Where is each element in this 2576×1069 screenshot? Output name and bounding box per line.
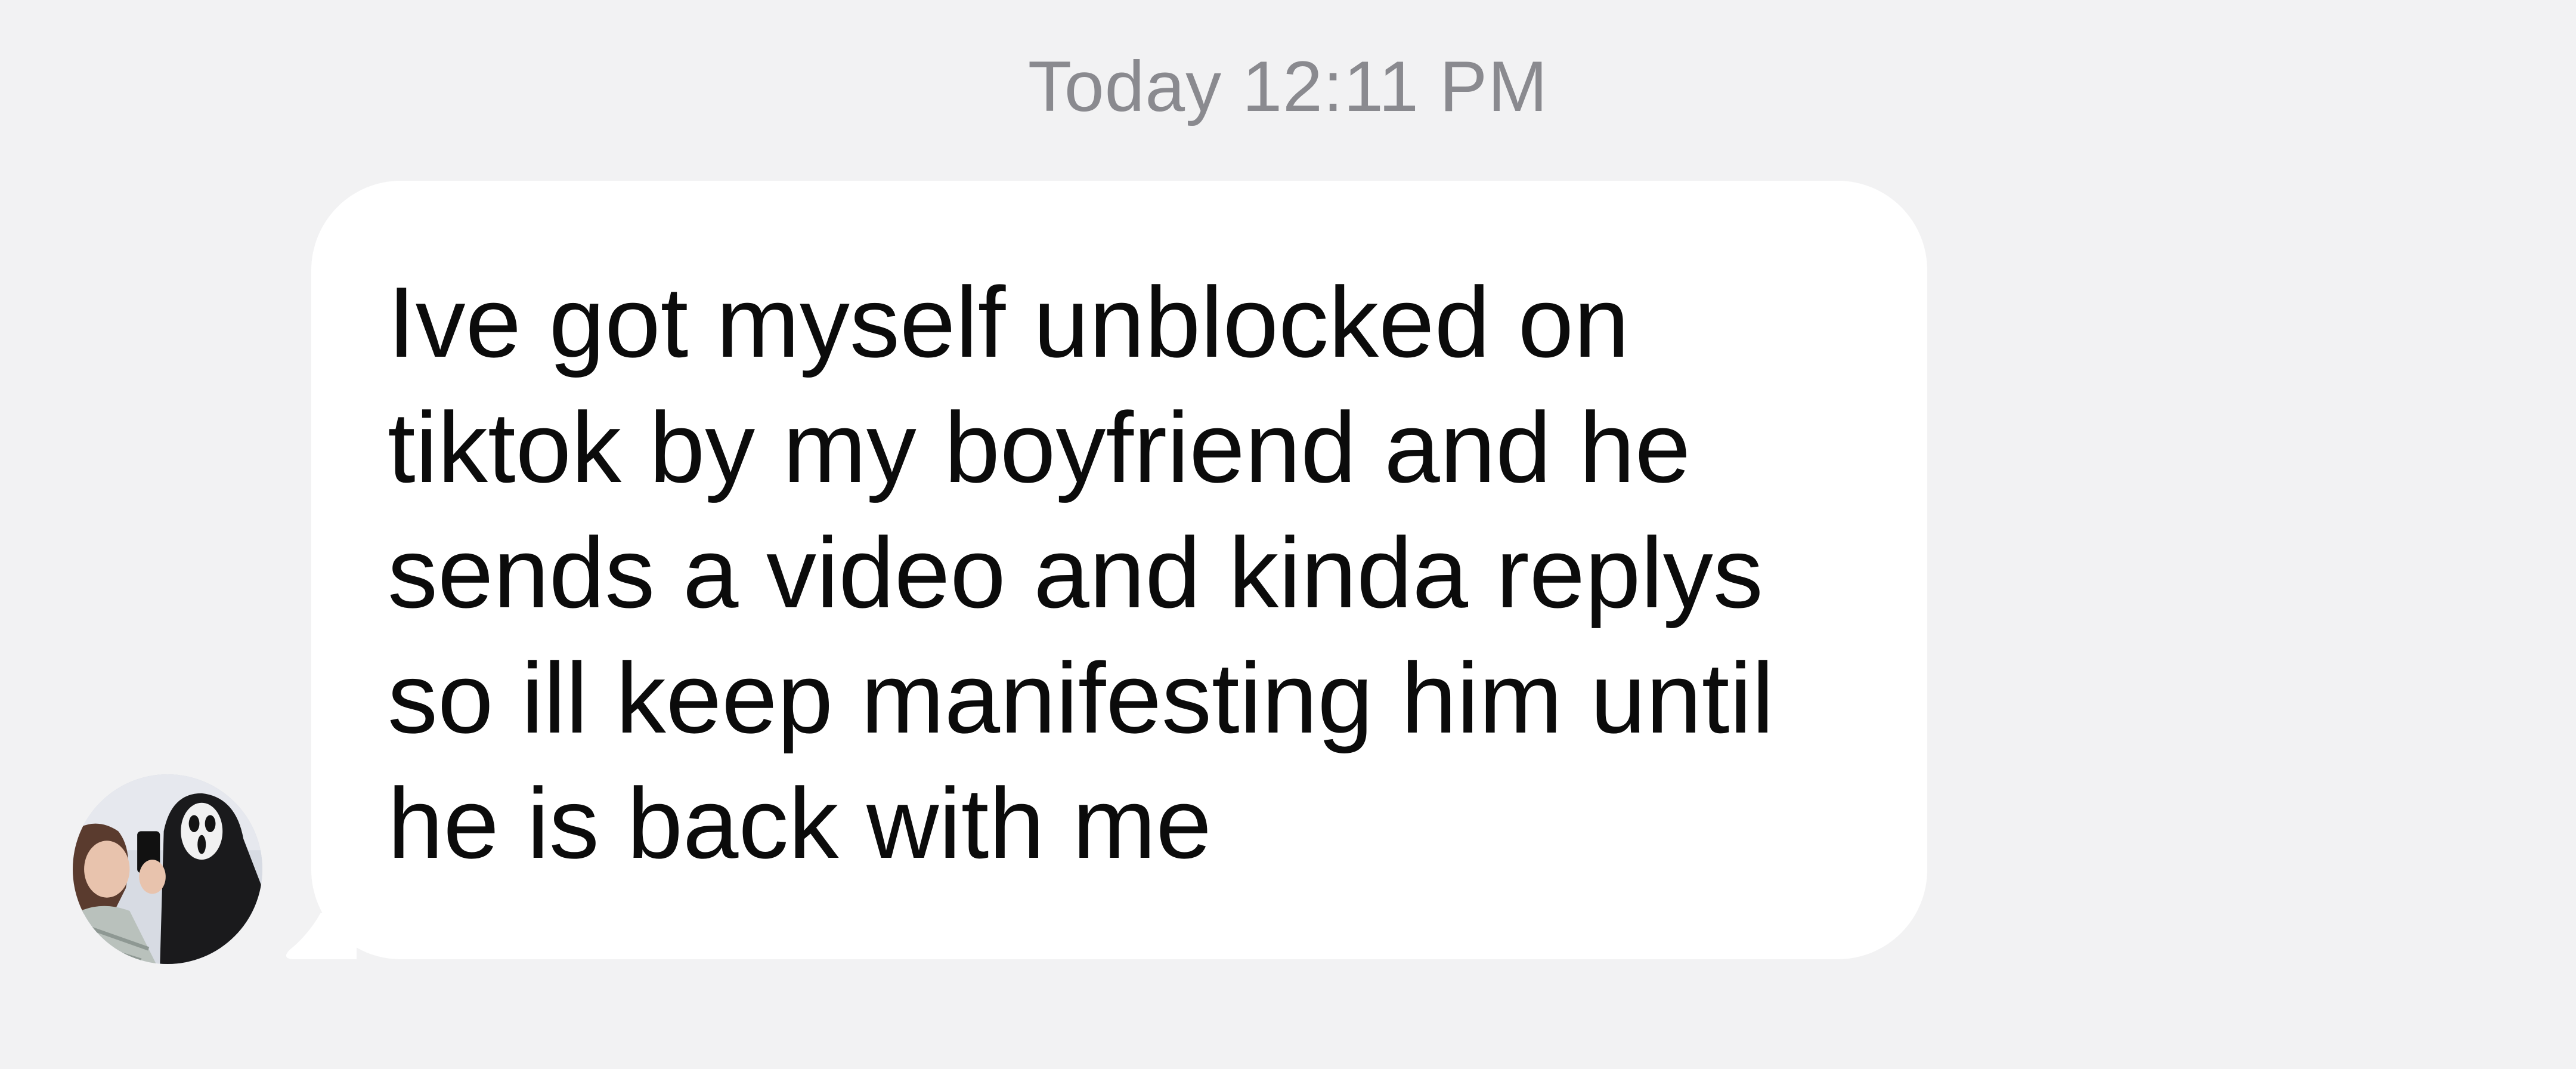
sender-avatar[interactable] xyxy=(73,774,262,964)
message-timestamp: Today 12:11 PM xyxy=(1027,47,1549,126)
message-thread: Today 12:11 PM Ive got myself unblocked … xyxy=(0,0,2576,1069)
profile-photo-avatar-icon xyxy=(73,774,262,964)
message-text: Ive got myself unblocked on tiktok by my… xyxy=(388,266,1775,879)
incoming-message-bubble[interactable]: Ive got myself unblocked on tiktok by my… xyxy=(311,181,1927,959)
